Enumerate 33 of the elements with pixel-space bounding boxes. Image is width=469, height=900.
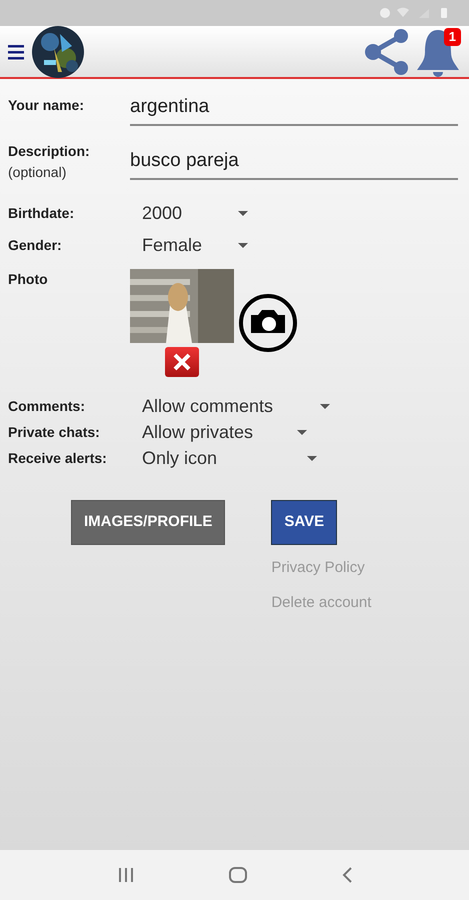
dropdown-select[interactable]: 2000 <box>135 200 248 226</box>
dropdown-caret-icon <box>238 242 248 248</box>
close-icon <box>173 353 191 371</box>
dropdown-caret-icon <box>320 404 330 408</box>
back-icon[interactable] <box>340 866 352 884</box>
notification-badge: 1 <box>444 28 461 46</box>
field-label: Private chats: <box>8 422 101 442</box>
images-profile-button[interactable]: IMAGES/PROFILE <box>71 500 226 545</box>
camera-icon[interactable] <box>238 293 298 353</box>
field-label: Your name: <box>8 96 85 115</box>
field-label: Birthdate: <box>8 204 76 222</box>
field-hint: (optional) <box>8 163 68 182</box>
avatar[interactable] <box>32 26 84 78</box>
text-input[interactable]: busco pareja <box>130 147 458 180</box>
dropdown-select[interactable]: Allow comments <box>135 392 330 420</box>
field-label: Gender: <box>8 236 63 254</box>
field-label: Description: <box>8 142 91 161</box>
delete-photo-button[interactable] <box>165 347 199 377</box>
field-label: Photo <box>8 270 49 289</box>
field-label: Receive alerts: <box>8 448 108 468</box>
menu-icon[interactable] <box>8 42 24 60</box>
recent-apps-icon[interactable] <box>116 867 134 883</box>
save-button[interactable]: SAVE <box>271 500 338 545</box>
dropdown-caret-icon <box>307 456 317 460</box>
dropdown-select[interactable]: Allow privates <box>135 418 307 446</box>
dropdown-caret-icon <box>238 210 248 216</box>
home-icon[interactable] <box>228 866 248 884</box>
field-label: Comments: <box>8 396 86 416</box>
dropdown-select[interactable]: Only icon <box>135 444 317 472</box>
dropdown-caret-icon <box>297 430 307 434</box>
text-input[interactable]: argentina <box>130 93 458 126</box>
status-icons-drawing <box>379 7 449 19</box>
dropdown-select[interactable]: Female <box>135 232 248 258</box>
